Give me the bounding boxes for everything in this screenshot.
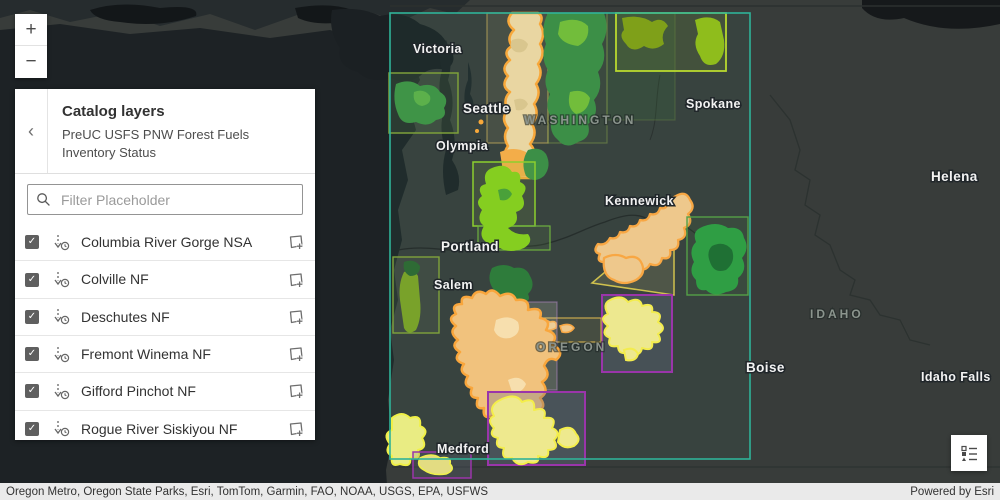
layer-label: Columbia River Gorge NSA	[81, 232, 287, 252]
add-layer-icon[interactable]	[287, 233, 305, 251]
map-label-city: Spokane	[686, 97, 741, 111]
catalog-layers-panel: ‹ Catalog layers PreUC USFS PNW Forest F…	[15, 89, 315, 440]
map-label-city: Medford	[437, 442, 489, 456]
add-layer-icon[interactable]	[287, 271, 305, 289]
add-layer-icon[interactable]	[287, 382, 305, 400]
map-label-city: Boise	[746, 360, 785, 375]
zoom-out-button[interactable]: −	[15, 46, 47, 78]
layer-label: Gifford Pinchot NF	[81, 381, 287, 401]
map-label-state: OREGON	[536, 340, 607, 354]
layer-row[interactable]: Deschutes NF	[15, 299, 315, 336]
catalog-layer-icon	[52, 419, 71, 438]
zoom-in-button[interactable]: +	[15, 14, 47, 46]
layer-label: Rogue River Siskiyou NF	[81, 419, 287, 439]
map-label-city: Seattle	[463, 101, 510, 116]
forest-olympic	[389, 73, 458, 133]
catalog-layer-icon	[52, 307, 71, 326]
layer-row[interactable]: Colville NF	[15, 261, 315, 298]
panel-subtitle: PreUC USFS PNW Forest Fuels Inventory St…	[62, 126, 272, 161]
add-layer-icon[interactable]	[287, 420, 305, 438]
map-label-city: Idaho Falls	[921, 370, 991, 384]
layer-checkbox[interactable]	[25, 235, 39, 249]
layer-checkbox[interactable]	[25, 273, 39, 287]
forest-wallowa-whitman	[687, 217, 748, 295]
attribution-bar: Oregon Metro, Oregon State Parks, Esri, …	[0, 483, 1000, 500]
chevron-left-icon: ‹	[28, 121, 34, 142]
layer-row[interactable]: Columbia River Gorge NSA	[15, 224, 315, 261]
panel-title: Catalog layers	[62, 103, 301, 120]
add-layer-icon[interactable]	[287, 308, 305, 326]
layer-checkbox[interactable]	[25, 310, 39, 324]
layer-checkbox[interactable]	[25, 347, 39, 361]
catalog-layer-icon	[52, 233, 71, 252]
map-label-city: Victoria	[413, 42, 462, 56]
forest-fremont-winema	[488, 392, 585, 465]
map-label-city: Helena	[931, 169, 978, 184]
panel-titles: Catalog layers PreUC USFS PNW Forest Fue…	[48, 89, 315, 173]
layer-label: Colville NF	[81, 269, 287, 289]
back-button[interactable]: ‹	[15, 89, 48, 173]
map-application: Victoria Seattle Olympia Spokane Kennewi…	[0, 0, 1000, 500]
catalog-layer-icon	[52, 382, 71, 401]
legend-list-icon	[957, 441, 981, 465]
layer-row[interactable]: Gifford Pinchot NF	[15, 373, 315, 410]
zoom-controls: + −	[15, 14, 47, 78]
layer-label: Deschutes NF	[81, 307, 287, 327]
forest-malheur	[602, 295, 672, 372]
map-label-city: Portland	[441, 239, 499, 254]
catalog-layer-icon	[52, 270, 71, 289]
filter-input[interactable]	[59, 191, 294, 209]
catalog-layer-icon	[52, 345, 71, 364]
attribution-sources: Oregon Metro, Oregon State Parks, Esri, …	[6, 486, 488, 498]
filter-section	[15, 174, 315, 224]
map-label-state: WASHINGTON	[524, 113, 636, 127]
forest-colville	[616, 13, 726, 71]
map-label-city: Kennewick	[605, 194, 674, 208]
layer-checkbox[interactable]	[25, 384, 39, 398]
legend-button[interactable]	[951, 435, 987, 471]
add-layer-icon[interactable]	[287, 345, 305, 363]
layer-label: Fremont Winema NF	[81, 344, 287, 364]
powered-by-esri: Powered by Esri	[910, 486, 994, 498]
panel-header: ‹ Catalog layers PreUC USFS PNW Forest F…	[15, 89, 315, 174]
map-label-city: Olympia	[436, 139, 489, 153]
filter-box	[27, 184, 303, 215]
forest-siuslaw	[393, 257, 439, 333]
map-label-city: Salem	[434, 278, 473, 292]
search-icon	[36, 192, 51, 207]
layer-checkbox[interactable]	[25, 422, 39, 436]
layer-row[interactable]: Fremont Winema NF	[15, 336, 315, 373]
map-label-state: IDAHO	[810, 307, 864, 321]
layer-row[interactable]: Rogue River Siskiyou NF	[15, 411, 315, 440]
layer-list: Columbia River Gorge NSA	[15, 224, 315, 440]
